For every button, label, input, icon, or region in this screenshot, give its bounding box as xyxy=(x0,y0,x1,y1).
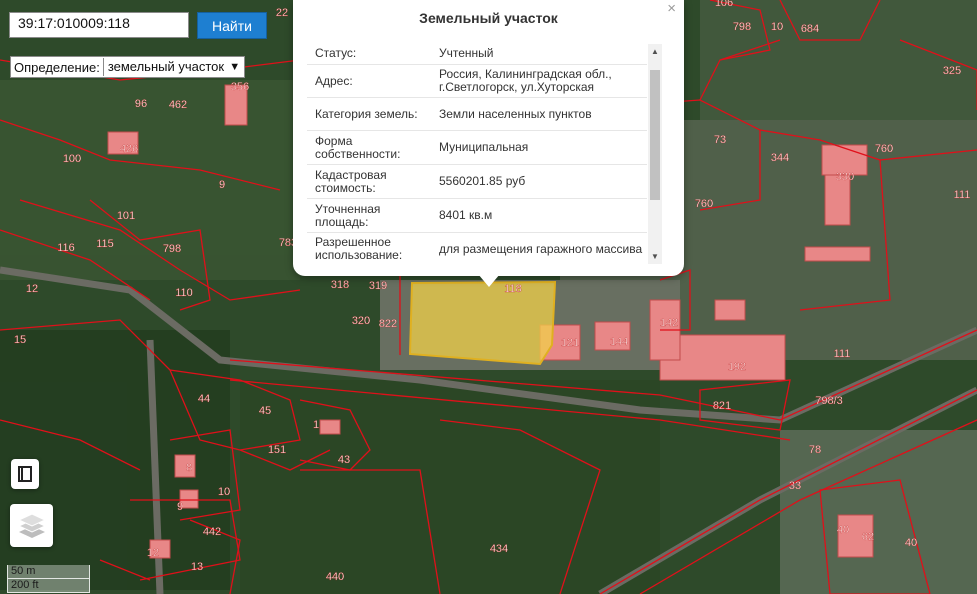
parcel-label: 192 xyxy=(728,361,746,373)
parcel-label: 798/3 xyxy=(815,395,843,407)
parcel-label: 798 xyxy=(733,21,751,33)
parcel-label: 12 xyxy=(26,283,38,295)
popup-pointer xyxy=(478,274,500,287)
parcel-label: 40 xyxy=(905,537,917,549)
legend-button[interactable] xyxy=(11,459,39,489)
parcel-label: 344 xyxy=(771,152,789,164)
parcel-label: 96 xyxy=(135,98,147,110)
parcel-label: 13 xyxy=(191,561,203,573)
parcel-label: 40 xyxy=(837,524,849,536)
table-row: Форма собственности: Муниципальная xyxy=(307,131,647,165)
scroll-down-icon[interactable]: ▼ xyxy=(651,252,659,261)
parcel-label: 33 xyxy=(789,480,801,492)
parcel-label: 101 xyxy=(117,210,135,222)
layers-button[interactable] xyxy=(10,504,53,547)
parcel-label: 440 xyxy=(326,571,344,583)
attribute-key: Уточненная площадь: xyxy=(315,201,381,229)
parcel-label: 111 xyxy=(954,189,971,201)
parcel-label: 73 xyxy=(714,134,726,146)
definition-select[interactable]: земельный участок ▼ xyxy=(102,58,244,76)
popup-scrollbar-thumb[interactable] xyxy=(650,70,660,200)
scale-metric: 50 m xyxy=(7,565,90,579)
table-row: Статус: Учтенный xyxy=(307,42,647,65)
attribute-value: Россия, Калининградская обл., г.Светлого… xyxy=(439,67,612,94)
table-row: Уточненная площадь: 8401 кв.м xyxy=(307,199,647,233)
parcel-label: 320 xyxy=(352,315,370,327)
parcel-label: 760 xyxy=(875,143,893,155)
cadastral-number-input[interactable]: 39:17:010009:118 xyxy=(9,12,189,38)
attribute-value: 8401 кв.м xyxy=(439,208,493,222)
parcel-label: 822 xyxy=(379,318,397,330)
chevron-down-icon: ▼ xyxy=(229,61,241,73)
attribute-key: Кадастровая стоимость: xyxy=(315,167,387,195)
definition-selector: Определение: земельный участок ▼ xyxy=(10,56,246,78)
parcel-label: 12 xyxy=(147,547,159,559)
attribute-key: Разрешенное использование: xyxy=(315,235,403,262)
parcel-label: 116 xyxy=(57,242,75,254)
definition-label: Определение: xyxy=(14,59,100,75)
attribute-key: Адрес: xyxy=(315,73,353,88)
parcel-label: 118 xyxy=(504,283,522,295)
attribute-value: Земли населенных пунктов xyxy=(439,106,592,121)
parcel-label: 43 xyxy=(338,454,350,466)
parcel-label: 78 xyxy=(809,444,821,456)
parcel-label: 10 xyxy=(218,486,230,498)
layers-icon xyxy=(17,512,46,538)
parcel-label: 434 xyxy=(490,543,508,555)
attribute-key: Форма собственности: xyxy=(315,133,401,161)
attribute-value: 5560201.85 руб xyxy=(439,174,526,188)
parcel-label: 9 xyxy=(219,179,225,191)
attribute-value: для размещения гаражного массива xyxy=(439,241,643,256)
parcel-label: 110 xyxy=(175,287,193,299)
parcel-label: 8 xyxy=(186,462,192,474)
scale-imperial: 200 ft xyxy=(7,579,90,593)
parcel-label: 426 xyxy=(120,143,138,155)
book-icon xyxy=(18,466,32,482)
parcel-label: 318 xyxy=(331,279,349,291)
parcel-label: 325 xyxy=(943,65,961,77)
parcel-label: 15 xyxy=(14,334,26,346)
parcel-label: 22 xyxy=(276,7,288,19)
selected-parcel[interactable] xyxy=(408,280,557,366)
parcel-label: 115 xyxy=(96,238,114,250)
table-row: Категория земель: Земли населенных пункт… xyxy=(307,98,647,131)
parcel-label: 100 xyxy=(63,153,81,165)
definition-selected-value: земельный участок xyxy=(107,59,225,74)
parcel-attributes-table: Статус: Учтенный Адрес: Россия, Калининг… xyxy=(307,42,647,265)
parcel-label: 44 xyxy=(198,393,210,405)
parcel-label: 462 xyxy=(169,99,187,111)
parcel-info-popup: Земельный участок × Статус: Учтенный Адр… xyxy=(293,0,684,276)
parcel-label: 106 xyxy=(715,0,733,9)
parcel-label: 9 xyxy=(177,501,183,513)
attribute-value: Учтенный xyxy=(439,45,494,60)
parcel-label: 356 xyxy=(231,81,249,93)
attribute-value: Муниципальная xyxy=(439,140,529,154)
attribute-key: Категория земель: xyxy=(315,106,418,121)
parcel-label: 111 xyxy=(834,348,851,360)
close-icon[interactable]: × xyxy=(667,0,676,17)
parcel-label: 142 xyxy=(660,317,678,329)
parcel-label: 10 xyxy=(771,21,783,33)
parcel-label: 330 xyxy=(836,171,854,183)
scale-bar: 50 m 200 ft xyxy=(7,565,90,593)
attribute-key: Статус: xyxy=(315,45,357,60)
parcel-label: 319 xyxy=(369,280,387,292)
parcel-label: 1 xyxy=(313,419,319,431)
parcel-label: 684 xyxy=(801,23,819,35)
parcel-label: 121 xyxy=(561,337,579,349)
parcel-label: 151 xyxy=(268,444,286,456)
parcel-label: 442 xyxy=(203,526,221,538)
parcel-label: 144 xyxy=(610,336,628,348)
table-row: Адрес: Россия, Калининградская обл., г.С… xyxy=(307,65,647,98)
parcel-label: 798 xyxy=(163,243,181,255)
table-row: Разрешенное использование: для размещени… xyxy=(307,233,647,265)
parcel-label: 45 xyxy=(259,405,271,417)
table-row: Кадастровая стоимость: 5560201.85 руб xyxy=(307,165,647,199)
find-button[interactable]: Найти xyxy=(197,12,267,39)
popup-title: Земельный участок xyxy=(419,10,558,26)
parcel-label: 821 xyxy=(713,400,731,412)
parcel-label: 62 xyxy=(862,531,874,543)
scroll-up-icon[interactable]: ▲ xyxy=(651,47,659,56)
parcel-label: 760 xyxy=(695,198,713,210)
